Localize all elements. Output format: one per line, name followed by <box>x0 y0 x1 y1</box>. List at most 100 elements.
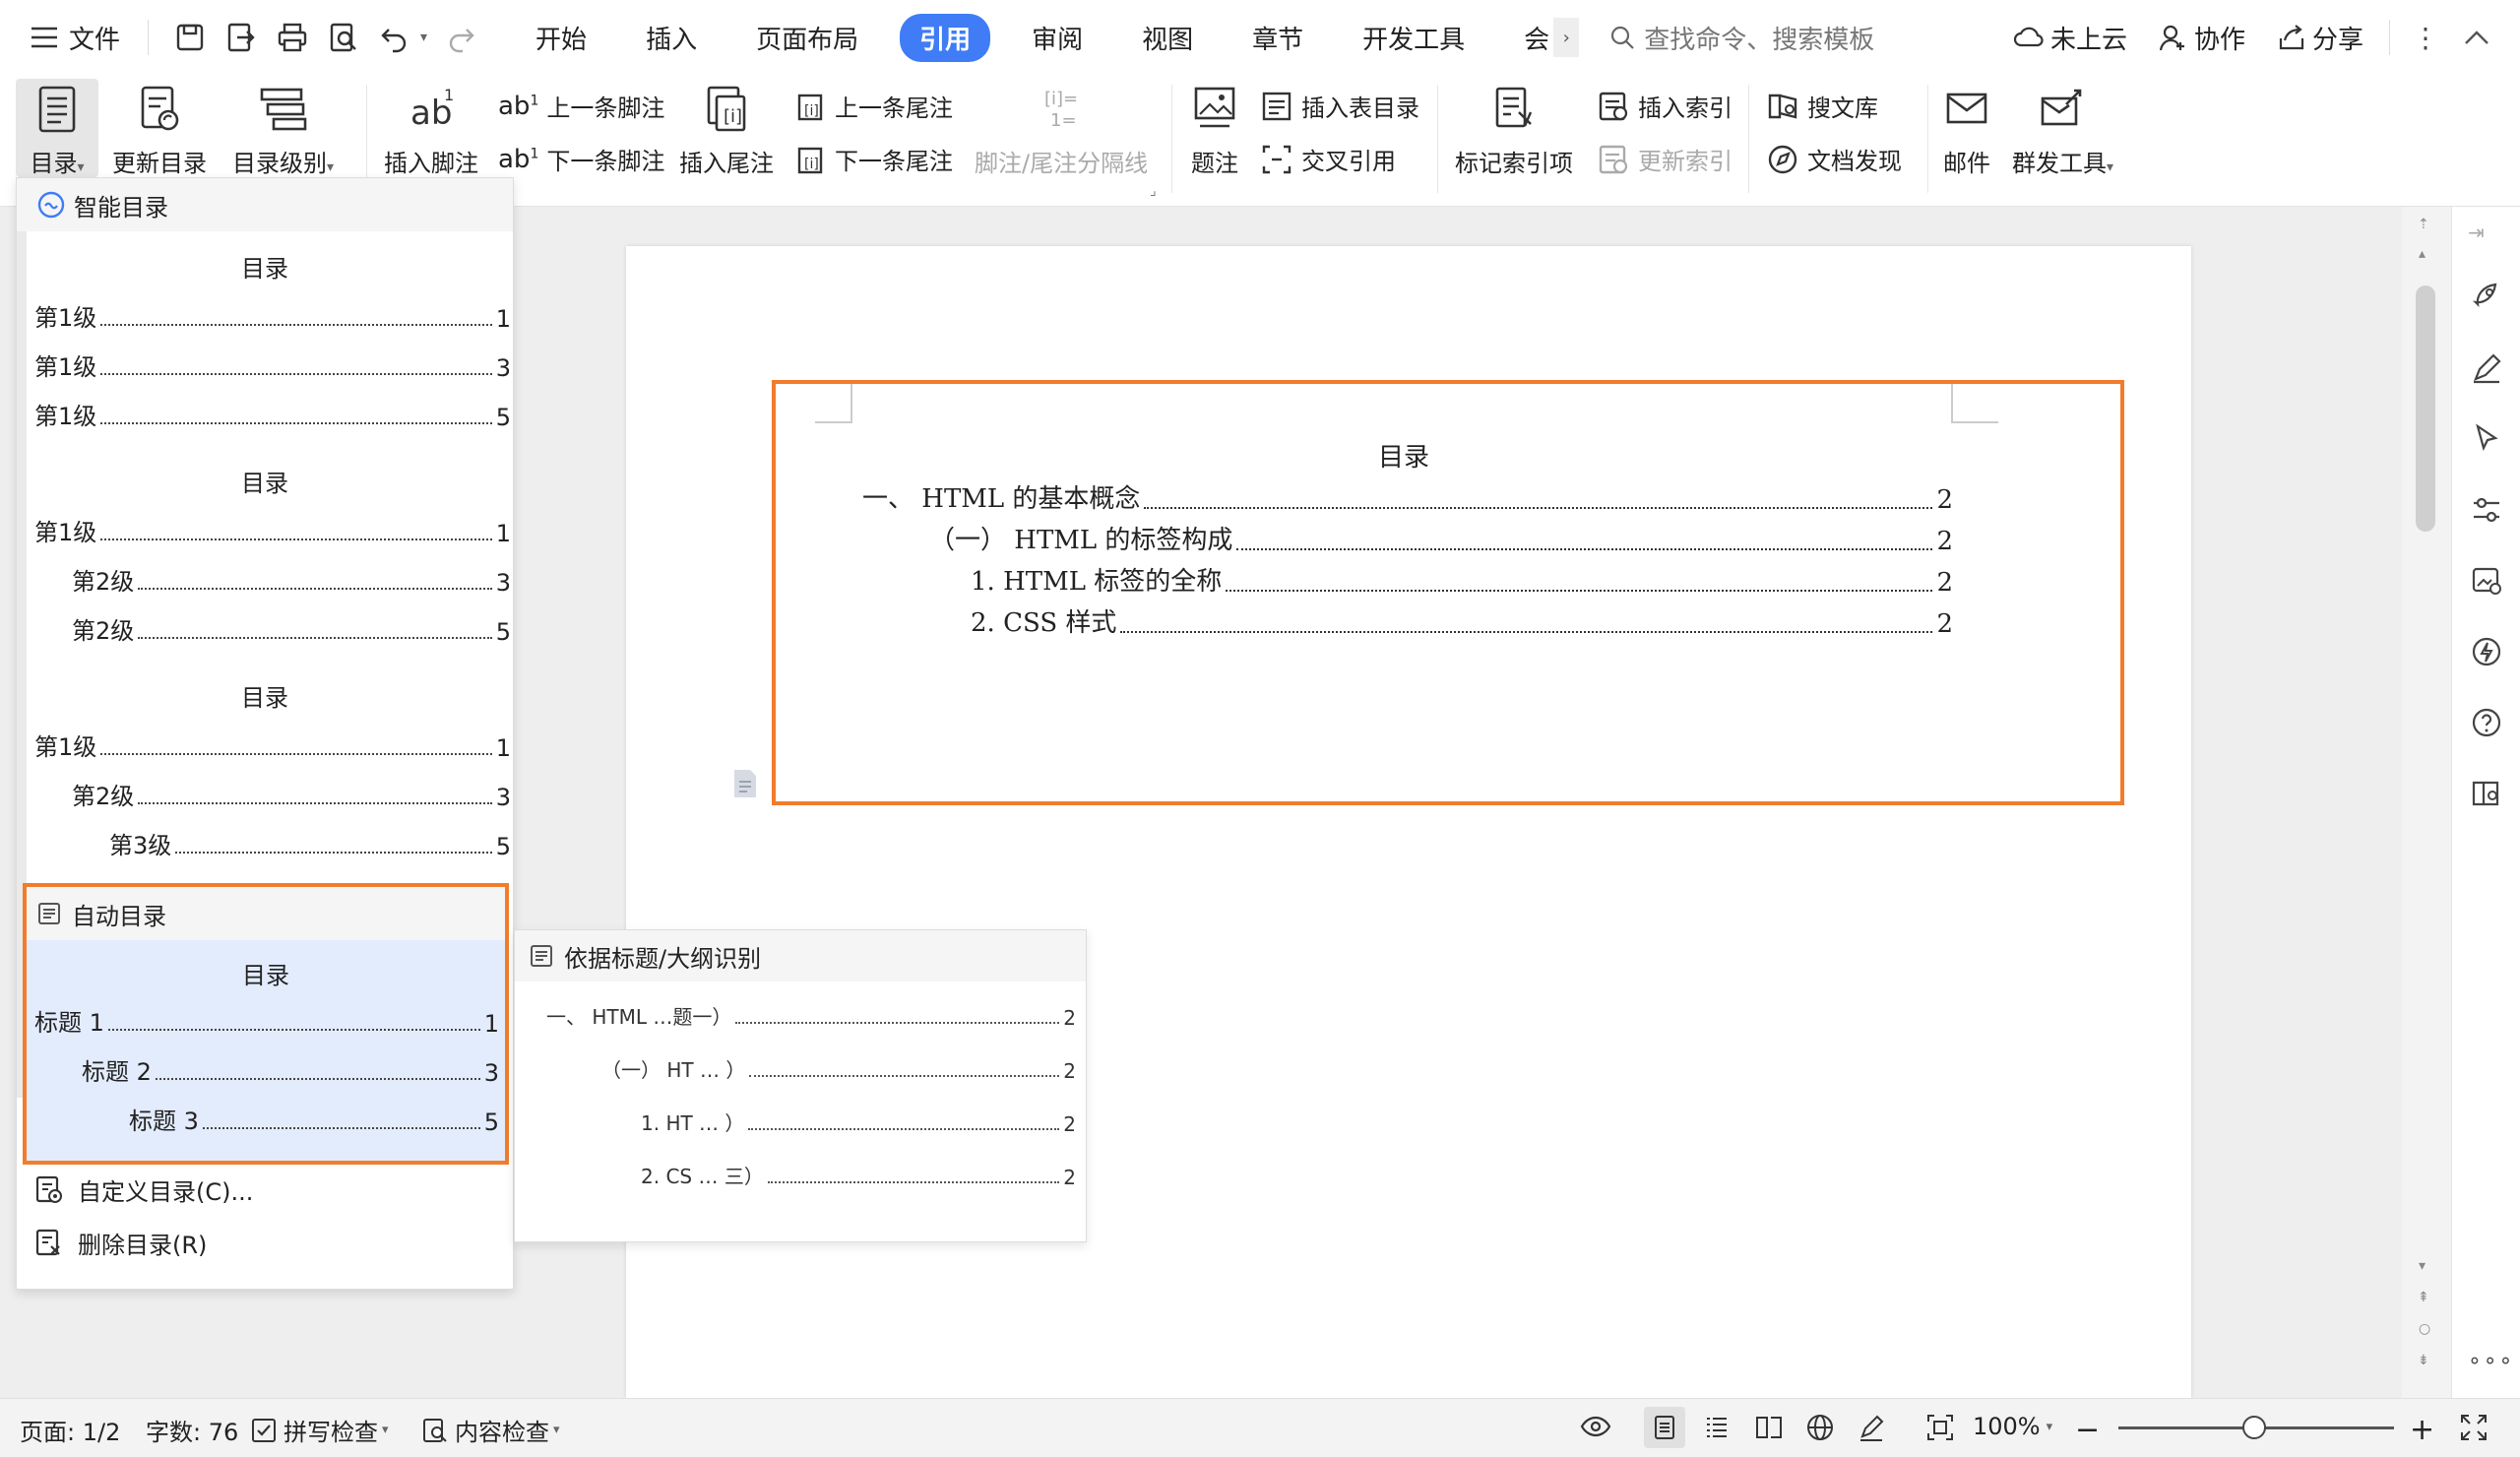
mark-index-button[interactable]: 标记索引项 <box>1455 85 1573 178</box>
vertical-scrollbar[interactable]: ⇡ ▴ ▾ ⇞ ○ ⇟ <box>2402 207 2451 1398</box>
scroll-up-icon[interactable]: ▴ <box>2419 246 2426 262</box>
next-endnote-button[interactable]: [i] 下一条尾注 <box>795 142 953 176</box>
file-menu[interactable]: 文件 <box>30 20 120 56</box>
redo-icon[interactable] <box>441 18 480 57</box>
export-icon[interactable] <box>221 18 261 57</box>
help-icon[interactable] <box>2467 703 2506 742</box>
tab-insert[interactable]: 插入 <box>628 12 715 64</box>
toc-preview-row: 第1级 3 <box>34 353 511 382</box>
spell-check-button[interactable]: 拼写检查 ▾ <box>250 1413 389 1447</box>
toc-icon <box>38 86 76 133</box>
sidebar-collapse-icon[interactable]: ⇥ <box>2468 221 2485 244</box>
zoom-in-button[interactable]: + <box>2410 1413 2434 1447</box>
write-mode-icon[interactable] <box>1857 1413 1886 1442</box>
auto-toc-label: 自动目录 <box>72 902 166 930</box>
sidebar-more-icon[interactable]: ∘∘∘ <box>2468 1349 2514 1373</box>
tab-developer[interactable]: 开发工具 <box>1345 12 1482 64</box>
sliders-icon[interactable] <box>2467 490 2506 530</box>
tab-page-layout[interactable]: 页面布局 <box>738 12 876 64</box>
print-icon[interactable] <box>273 18 312 57</box>
update-toc-label: 更新目录 <box>112 150 207 177</box>
reading-view-icon[interactable] <box>1754 1413 1784 1440</box>
update-index-button[interactable]: 更新索引 <box>1597 142 1732 176</box>
group-tools-button[interactable]: 群发工具▾ <box>2012 85 2113 178</box>
custom-toc-menu-item[interactable]: 自定义目录(C)... <box>34 1172 253 1207</box>
mail-button[interactable]: 邮件 <box>1943 85 1990 178</box>
toc-dropdown-menu: 智能目录 目录 第1级 1 第1级 3 第1级 5 目录 第1级 1 第2级 3 第2级 5… <box>16 177 514 1290</box>
footnote-dialog-launcher-icon[interactable]: ⌟ <box>1150 183 1157 199</box>
collab-button[interactable]: 协作 <box>2159 20 2245 56</box>
insert-index-button[interactable]: 插入索引 <box>1597 89 1732 123</box>
update-toc-icon <box>141 86 179 131</box>
insert-footnote-button[interactable]: ab 1 插入脚注 <box>384 85 478 178</box>
page-view-button[interactable] <box>1644 1407 1685 1448</box>
web-view-icon[interactable] <box>1805 1413 1835 1442</box>
zoom-select[interactable]: 100% ▾ <box>1973 1413 2052 1440</box>
scroll-top-icon[interactable]: ⇡ <box>2418 217 2429 232</box>
cursor-icon[interactable] <box>2467 419 2506 459</box>
pen-icon[interactable] <box>2467 348 2506 388</box>
tab-view[interactable]: 视图 <box>1124 12 1211 64</box>
share-button[interactable]: 分享 <box>2277 20 2363 56</box>
search-lib-button[interactable]: 搜文库 <box>1766 89 1878 123</box>
mail-label: 邮件 <box>1943 150 1990 177</box>
page-indicator[interactable]: 页面: 1/2 <box>20 1413 120 1447</box>
undo-icon[interactable] <box>375 18 414 57</box>
toc-level-label: 目录级别 <box>232 150 327 177</box>
content-check-button[interactable]: 内容检查 ▾ <box>421 1413 560 1447</box>
delete-toc-menu-item[interactable]: 删除目录(R) <box>34 1226 207 1260</box>
tab-member[interactable]: 会 <box>1506 12 1553 64</box>
book-icon[interactable] <box>2467 774 2506 813</box>
tabs-more-icon[interactable]: › <box>1553 18 1580 57</box>
eye-protect-icon[interactable] <box>1579 1413 1612 1440</box>
prev-endnote-button[interactable]: [i] 上一条尾注 <box>795 89 953 123</box>
lightning-icon[interactable] <box>2467 632 2506 671</box>
tab-references[interactable]: 引用 <box>900 13 991 62</box>
command-search[interactable]: 查找命令、搜索模板 <box>1608 20 1874 56</box>
tab-start[interactable]: 开始 <box>518 12 604 64</box>
insert-endnote-button[interactable]: [i] 插入尾注 <box>679 85 774 178</box>
outline-toc-header[interactable]: 依据标题/大纲识别 <box>515 930 1086 982</box>
footnote-separator-button[interactable]: [i]= 1= 脚注/尾注分隔线 <box>975 85 1148 178</box>
prev-footnote-button[interactable]: ab1 上一条脚注 <box>498 89 664 123</box>
page-layout-marker-icon[interactable] <box>730 768 760 799</box>
next-footnote-button[interactable]: ab1 下一条脚注 <box>498 142 664 176</box>
toc-level-button[interactable]: 目录级别▾ <box>232 85 334 178</box>
caption-button[interactable]: 题注 <box>1191 85 1238 178</box>
toc-preview-row: 第2级 3 <box>72 568 511 597</box>
cross-ref-label: 交叉引用 <box>1301 148 1396 175</box>
next-page-icon[interactable]: ⇟ <box>2418 1353 2429 1368</box>
fullscreen-icon[interactable] <box>2459 1413 2488 1442</box>
scroll-down-icon[interactable]: ▾ <box>2419 1258 2426 1274</box>
update-toc-button[interactable]: 更新目录 <box>112 85 207 178</box>
zoom-slider-thumb[interactable] <box>2242 1416 2266 1439</box>
tab-review[interactable]: 审阅 <box>1014 12 1101 64</box>
outline-view-icon[interactable] <box>1703 1413 1731 1440</box>
save-icon[interactable] <box>170 18 210 57</box>
more-vertical-icon[interactable]: ⋮ <box>2406 18 2445 57</box>
image-edit-icon[interactable] <box>2467 561 2506 601</box>
fit-page-icon[interactable] <box>1925 1413 1955 1442</box>
scrollbar-thumb[interactable] <box>2416 285 2435 532</box>
collapse-ribbon-icon[interactable] <box>2457 18 2496 57</box>
tab-chapter[interactable]: 章节 <box>1234 12 1321 64</box>
toc-preview-row: 标题 11 <box>34 1009 499 1038</box>
auto-toc-option[interactable]: 目录 标题 11 标题 23 标题 35 <box>27 940 505 1161</box>
prev-page-icon[interactable]: ⇞ <box>2418 1290 2429 1305</box>
zoom-out-button[interactable]: − <box>2075 1413 2100 1447</box>
select-browse-icon[interactable]: ○ <box>2419 1321 2430 1337</box>
rocket-icon[interactable] <box>2467 276 2506 315</box>
cloud-status-button[interactable]: 未上云 <box>2013 20 2127 56</box>
undo-dropdown-icon[interactable]: ▾ <box>420 30 427 45</box>
toc-level-icon <box>260 88 306 131</box>
smart-toc-option-title: 目录 <box>241 255 288 283</box>
toc-preview-row: 标题 23 <box>82 1058 499 1087</box>
share-label: 分享 <box>2311 25 2363 55</box>
doc-discover-button[interactable]: 文档发现 <box>1766 142 1902 176</box>
zoom-slider[interactable] <box>2118 1416 2394 1439</box>
toc-preview-row: 第3级 5 <box>109 832 511 860</box>
cross-ref-button[interactable]: 交叉引用 <box>1260 142 1396 176</box>
word-count[interactable]: 字数: 76 <box>146 1413 238 1447</box>
insert-table-toc-button[interactable]: 插入表目录 <box>1260 89 1419 123</box>
print-preview-icon[interactable] <box>324 18 363 57</box>
